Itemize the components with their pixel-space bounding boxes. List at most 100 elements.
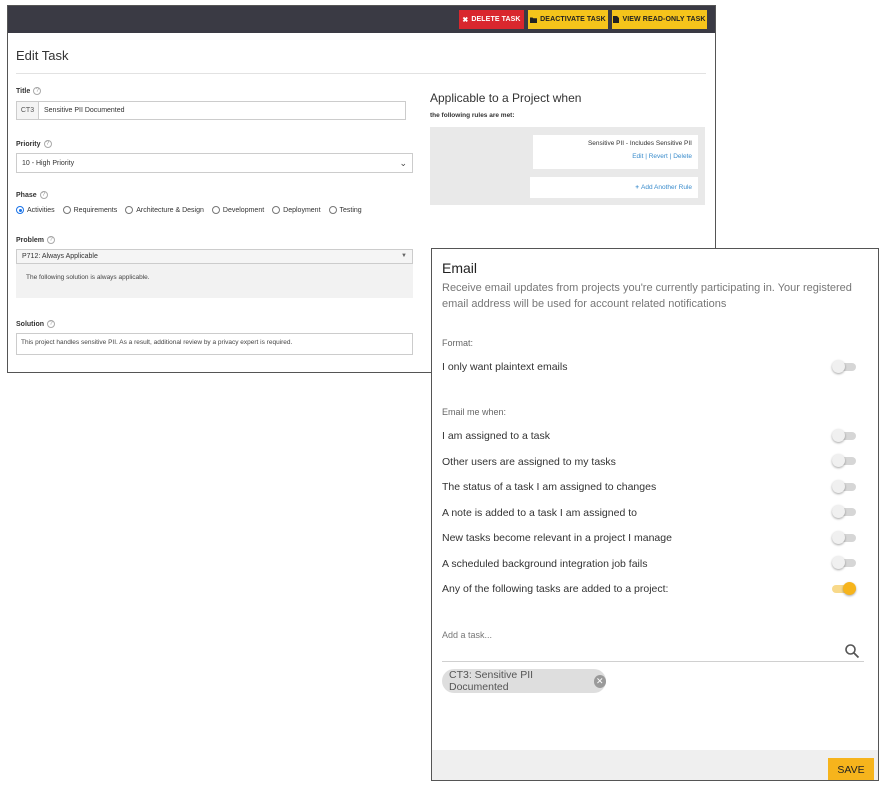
toggle-knob: [832, 531, 845, 544]
option-note-added-label: A note is added to a task I am assigned …: [442, 507, 637, 519]
toggle-tasks-added[interactable]: [832, 581, 856, 597]
add-rule-label: Add Another Rule: [641, 184, 692, 191]
solution-field-label: Solution ?: [16, 320, 55, 328]
toggle-knob: [832, 429, 845, 442]
radio-button[interactable]: [328, 206, 337, 214]
email-settings-window: Email Receive email updates from project…: [431, 248, 879, 781]
phase-option-label: Development: [222, 206, 265, 214]
phase-option-activities[interactable]: Activities: [16, 206, 55, 214]
option-assigned-label: I am assigned to a task: [442, 430, 550, 442]
radio-button[interactable]: [272, 206, 281, 214]
phase-field-label: Phase ?: [16, 191, 48, 199]
title-input[interactable]: CT3 Sensitive PII Documented: [16, 101, 406, 120]
help-icon[interactable]: ?: [33, 87, 42, 95]
rule-text: Sensitive PII - Includes Sensitive PII: [587, 140, 692, 147]
radio-button[interactable]: [16, 206, 24, 214]
toggle-status-change[interactable]: [832, 479, 856, 495]
toggle-knob: [832, 556, 845, 569]
option-tasks-added-label: Any of the following tasks are added to …: [442, 583, 669, 595]
email-when-section-label: Email me when:: [442, 407, 507, 417]
add-task-input[interactable]: Add a task...: [442, 630, 492, 640]
title-field-label: Title ?: [16, 87, 42, 95]
add-task-underline: [442, 661, 864, 662]
plus-icon: +: [635, 184, 640, 191]
problem-value: P712: Always Applicable: [22, 253, 98, 260]
toggle-knob: [832, 505, 845, 518]
selected-task-chip: CT3: Sensitive PII Documented ✕: [442, 669, 606, 693]
radio-button[interactable]: [62, 206, 71, 214]
phase-option-label: Architecture & Design: [136, 206, 204, 214]
toggle-plaintext[interactable]: [832, 359, 856, 375]
file-icon: [613, 16, 620, 23]
toggle-knob: [843, 582, 856, 595]
email-description: Receive email updates from projects you'…: [442, 282, 852, 310]
toggle-others-assigned[interactable]: [832, 453, 856, 469]
help-icon[interactable]: ?: [47, 236, 56, 244]
toggle-knob: [832, 454, 845, 467]
deactivate-task-button[interactable]: DEACTIVATE TASK: [528, 10, 608, 29]
toggle-knob: [832, 360, 845, 373]
phase-option-deployment[interactable]: Deployment: [272, 206, 321, 214]
problem-field-label: Problem ?: [16, 236, 56, 244]
toggle-note-added[interactable]: [832, 504, 856, 520]
phase-option-label: Activities: [27, 206, 55, 214]
rule-separator: |: [669, 153, 672, 160]
applicable-subtitle: the following rules are met:: [430, 112, 515, 119]
rules-panel: Sensitive PII - Includes Sensitive PII E…: [430, 127, 705, 205]
help-icon[interactable]: ?: [43, 140, 52, 148]
view-read-only-task-button[interactable]: VIEW READ-ONLY TASK: [612, 10, 707, 29]
rule-edit-link[interactable]: Edit: [632, 153, 643, 160]
email-title: Email: [442, 260, 478, 276]
deactivate-task-label: DEACTIVATE TASK: [540, 16, 606, 23]
search-icon[interactable]: [844, 643, 860, 659]
title-value[interactable]: Sensitive PII Documented: [39, 102, 125, 119]
top-toolbar: ✖ DELETE TASK DEACTIVATE TASK VIEW READ-…: [8, 6, 715, 33]
close-icon: ✖: [462, 16, 469, 24]
caret-down-icon: ▼: [401, 253, 407, 259]
radio-button[interactable]: [211, 206, 220, 214]
delete-task-label: DELETE TASK: [471, 16, 521, 23]
folder-icon: [530, 17, 538, 23]
title-label-text: Title: [16, 87, 31, 95]
solution-label-text: Solution: [16, 320, 44, 328]
page-title: Edit Task: [16, 48, 69, 63]
save-button[interactable]: SAVE: [828, 758, 874, 780]
problem-select[interactable]: P712: Always Applicable ▼: [16, 249, 413, 264]
phase-option-architecture-design[interactable]: Architecture & Design: [125, 206, 204, 214]
toggle-assigned[interactable]: [832, 428, 856, 444]
delete-task-button[interactable]: ✖ DELETE TASK: [459, 10, 524, 29]
help-icon[interactable]: ?: [47, 320, 55, 328]
problem-label-text: Problem: [16, 236, 45, 244]
solution-textarea[interactable]: This project handles sensitive PII. As a…: [16, 333, 413, 355]
remove-chip-icon[interactable]: ✕: [593, 674, 606, 688]
phase-option-label: Testing: [339, 206, 362, 214]
phase-option-label: Deployment: [283, 206, 321, 214]
radio-button[interactable]: [125, 206, 134, 214]
add-another-rule-button[interactable]: + Add Another Rule: [530, 177, 698, 198]
email-footer: SAVE: [432, 750, 878, 780]
view-read-only-label: VIEW READ-ONLY TASK: [622, 16, 706, 23]
toggle-integration-fails[interactable]: [832, 555, 856, 571]
option-integration-fails-label: A scheduled background integration job f…: [442, 558, 648, 570]
applicable-title: Applicable to a Project when: [430, 91, 582, 105]
priority-value: 10 - High Priority: [22, 159, 75, 167]
title-divider: [16, 73, 706, 74]
phase-option-testing[interactable]: Testing: [328, 206, 362, 214]
priority-label-text: Priority: [16, 140, 41, 148]
phase-label-text: Phase: [16, 191, 37, 199]
option-status-change-label: The status of a task I am assigned to ch…: [442, 481, 657, 493]
priority-select[interactable]: 10 - High Priority ⌄: [16, 153, 413, 173]
toggle-new-tasks[interactable]: [832, 530, 856, 546]
option-new-tasks-label: New tasks become relevant in a project I…: [442, 532, 672, 544]
priority-field-label: Priority ?: [16, 140, 52, 148]
toggle-knob: [832, 480, 845, 493]
rule-actions: Edit | Revert | Delete: [533, 153, 692, 160]
rule-delete-link[interactable]: Delete: [673, 153, 692, 160]
selected-task-label: CT3: Sensitive PII Documented: [449, 669, 534, 693]
rule-revert-link[interactable]: Revert: [649, 153, 668, 160]
rule-separator: |: [645, 153, 647, 160]
help-icon[interactable]: ?: [39, 191, 48, 199]
phase-option-development[interactable]: Development: [211, 206, 265, 214]
option-others-assigned-label: Other users are assigned to my tasks: [442, 456, 616, 468]
phase-option-requirements[interactable]: Requirements: [62, 206, 117, 214]
